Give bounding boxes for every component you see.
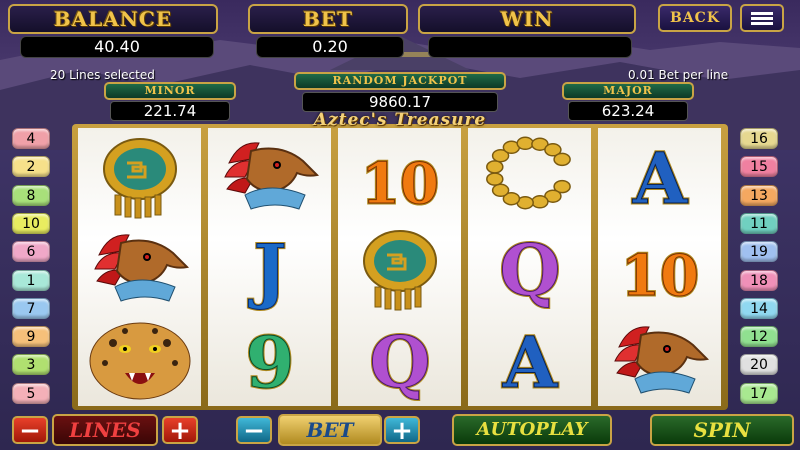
right-line-tab-15[interactable]: 15 [740,156,778,178]
bet-per-line-text: 0.01 Bet per line [628,68,729,82]
svg-text:10: 10 [621,243,699,309]
right-line-tab-20[interactable]: 20 [740,354,778,376]
svg-text:10: 10 [361,151,439,217]
reel-2-symbol-9: 99 [208,314,331,406]
bet-label: BET [248,4,408,34]
major-jackpot-value: 623.24 [568,101,688,121]
right-line-tab-17[interactable]: 17 [740,382,778,404]
left-line-tab-8[interactable]: 8 [12,184,50,206]
autoplay-button[interactable]: AUTOPLAY [452,414,612,446]
reel-1 [78,128,201,406]
svg-text:A: A [501,321,558,403]
reel-1-symbol-jaguar [78,314,201,406]
reel-3-symbol-shield [338,222,461,314]
lines-selected-text: 20 Lines selected [50,68,155,82]
left-line-tab-1[interactable]: 1 [12,269,50,291]
back-button[interactable]: BACK [658,4,732,32]
svg-text:Q: Q [499,229,560,311]
right-line-tab-19[interactable]: 19 [740,241,778,263]
left-line-tab-3[interactable]: 3 [12,354,50,376]
reel-1-symbol-shield [78,130,201,222]
reel-4-symbol-Q: QQ [468,222,591,314]
reel-5-symbol-eagle-warrior [598,314,721,406]
svg-text:J: J [247,229,286,311]
right-line-tab-12[interactable]: 12 [740,326,778,348]
balance-value: 40.40 [20,36,214,58]
reel-4: QQAA [468,128,591,406]
right-line-tab-13[interactable]: 13 [740,184,778,206]
right-line-tab-11[interactable]: 11 [740,212,778,234]
right-line-tab-16[interactable]: 16 [740,128,778,149]
reels-area: JJ99 10 10 Q Q QQAA A A 10 10 [72,124,728,410]
lines-label: LINES [52,414,158,446]
reel-4-symbol-necklace [468,130,591,222]
reel-1-symbol-eagle-warrior [78,222,201,314]
left-line-tab-2[interactable]: 2 [12,156,50,178]
left-line-tab-6[interactable]: 6 [12,241,50,263]
random-jackpot-value: 9860.17 [302,92,498,112]
minor-jackpot-value: 221.74 [110,101,230,121]
hamburger-menu-icon[interactable] [740,4,784,32]
reel-5-symbol-10: 10 10 [598,222,721,314]
reel-3-symbol-Q: QQ [338,314,461,406]
svg-text:9: 9 [245,321,294,403]
left-line-tab-4[interactable]: 4 [12,128,50,149]
reel-5: A A 10 10 [598,128,721,406]
left-line-tab-7[interactable]: 7 [12,297,50,319]
random-jackpot-label: RANDOM JACKPOT [294,72,506,90]
right-line-tab-14[interactable]: 14 [740,297,778,319]
major-jackpot-label: MAJOR [562,82,694,100]
bet-plus-button[interactable]: + [384,416,420,444]
reel-4-symbol-A: AA [468,314,591,406]
left-line-tab-9[interactable]: 9 [12,326,50,348]
reel-3-symbol-10: 10 10 [338,130,461,222]
left-line-tab-10[interactable]: 10 [12,212,50,234]
svg-text:Q: Q [369,321,430,403]
left-line-tab-5[interactable]: 5 [12,382,50,404]
bet-control-label: BET [278,414,382,446]
win-value [428,36,632,58]
game-title: Aztec's Treasure [313,110,487,130]
reel-5-symbol-A: AA [598,130,721,222]
svg-text:A: A [631,137,688,219]
minor-jackpot-label: MINOR [104,82,236,100]
lines-plus-button[interactable]: + [162,416,198,444]
lines-minus-button[interactable]: − [12,416,48,444]
bet-minus-button[interactable]: − [236,416,272,444]
right-line-tab-18[interactable]: 18 [740,269,778,291]
win-label: WIN [418,4,636,34]
reel-3: 10 10 Q Q [338,128,461,406]
balance-label: BALANCE [8,4,218,34]
spin-button[interactable]: SPIN [650,414,794,446]
reel-2: JJ99 [208,128,331,406]
bet-value: 0.20 [256,36,404,58]
reel-2-symbol-eagle-warrior [208,130,331,222]
reel-2-symbol-J: JJ [208,222,331,314]
